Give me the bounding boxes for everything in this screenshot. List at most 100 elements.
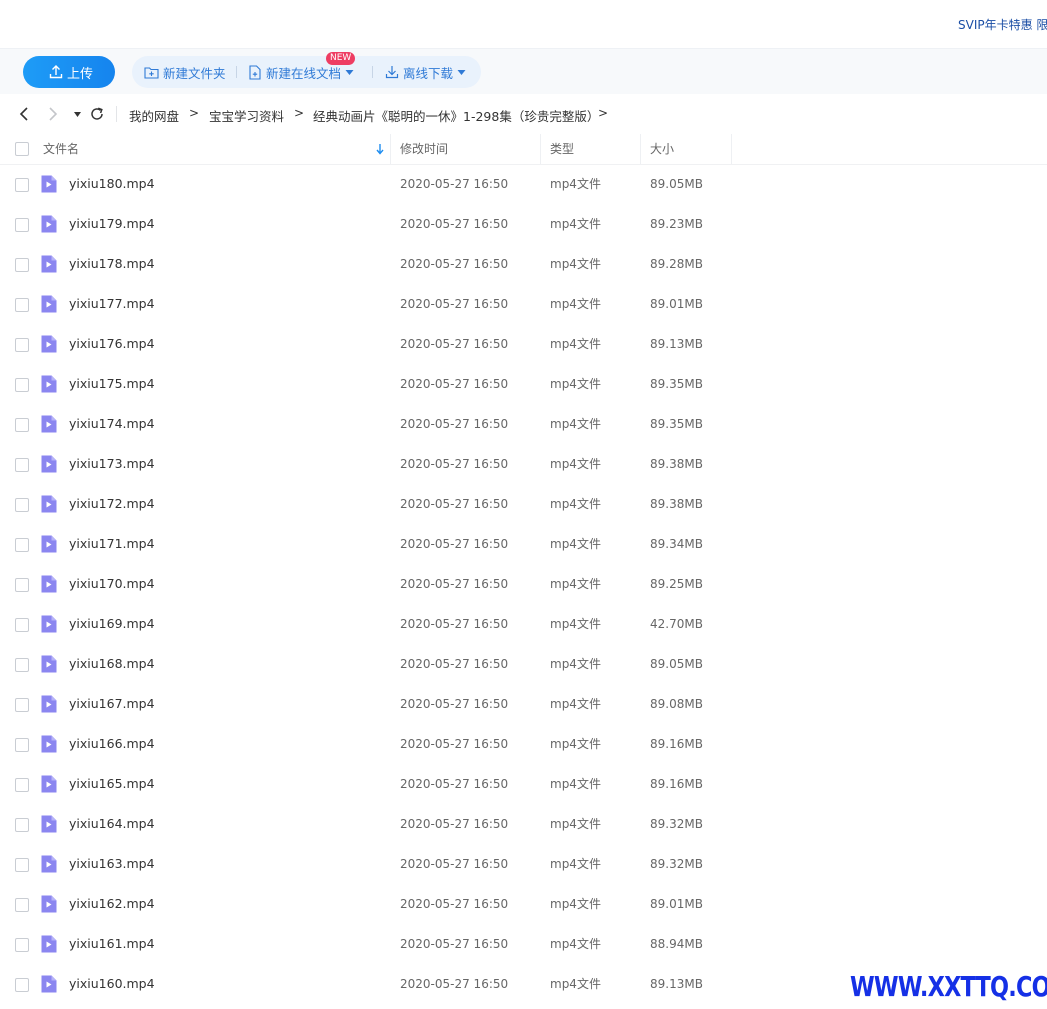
- table-row[interactable]: yixiu177.mp4 2020-05-27 16:50 mp4文件 89.01MB: [0, 284, 1047, 324]
- file-name[interactable]: yixiu180.mp4: [69, 164, 155, 204]
- file-name[interactable]: yixiu173.mp4: [69, 444, 155, 484]
- file-modified: 2020-05-27 16:50: [400, 417, 509, 431]
- file-name[interactable]: yixiu165.mp4: [69, 764, 155, 804]
- row-checkbox[interactable]: [15, 298, 29, 312]
- row-checkbox[interactable]: [15, 858, 29, 872]
- breadcrumb-item[interactable]: 我的网盘: [129, 106, 179, 125]
- history-dropdown[interactable]: [69, 106, 85, 122]
- table-row[interactable]: yixiu164.mp4 2020-05-27 16:50 mp4文件 89.32MB: [0, 804, 1047, 844]
- row-checkbox[interactable]: [15, 378, 29, 392]
- file-type: mp4文件: [550, 457, 601, 471]
- column-header-name[interactable]: 文件名: [43, 134, 79, 164]
- table-row[interactable]: yixiu165.mp4 2020-05-27 16:50 mp4文件 89.16MB: [0, 764, 1047, 804]
- file-type: mp4文件: [550, 257, 601, 271]
- row-checkbox[interactable]: [15, 498, 29, 512]
- row-checkbox[interactable]: [15, 978, 29, 992]
- column-header-modified[interactable]: 修改时间: [400, 134, 448, 164]
- file-list: yixiu180.mp4 2020-05-27 16:50 mp4文件 89.05MB…: [0, 164, 1047, 1004]
- file-name[interactable]: yixiu161.mp4: [69, 924, 155, 964]
- offline-download-button[interactable]: 离线下载: [385, 56, 466, 88]
- table-row[interactable]: yixiu176.mp4 2020-05-27 16:50 mp4文件 89.13MB: [0, 324, 1047, 364]
- table-row[interactable]: yixiu171.mp4 2020-05-27 16:50 mp4文件 89.34MB: [0, 524, 1047, 564]
- file-modified: 2020-05-27 16:50: [400, 257, 509, 271]
- row-checkbox[interactable]: [15, 898, 29, 912]
- table-row[interactable]: yixiu166.mp4 2020-05-27 16:50 mp4文件 89.16MB: [0, 724, 1047, 764]
- file-name[interactable]: yixiu171.mp4: [69, 524, 155, 564]
- row-checkbox[interactable]: [15, 218, 29, 232]
- file-name[interactable]: yixiu164.mp4: [69, 804, 155, 844]
- row-checkbox[interactable]: [15, 818, 29, 832]
- file-name[interactable]: yixiu175.mp4: [69, 364, 155, 404]
- table-row[interactable]: yixiu180.mp4 2020-05-27 16:50 mp4文件 89.05MB: [0, 164, 1047, 204]
- table-row[interactable]: yixiu172.mp4 2020-05-27 16:50 mp4文件 89.38MB: [0, 484, 1047, 524]
- sort-arrow-icon[interactable]: [376, 143, 384, 155]
- file-modified: 2020-05-27 16:50: [400, 457, 509, 471]
- row-checkbox[interactable]: [15, 458, 29, 472]
- file-name[interactable]: yixiu166.mp4: [69, 724, 155, 764]
- file-name[interactable]: yixiu176.mp4: [69, 324, 155, 364]
- file-name[interactable]: yixiu174.mp4: [69, 404, 155, 444]
- row-checkbox[interactable]: [15, 338, 29, 352]
- file-name[interactable]: yixiu163.mp4: [69, 844, 155, 884]
- row-checkbox[interactable]: [15, 778, 29, 792]
- table-header: 文件名 修改时间 类型 大小: [0, 134, 1047, 165]
- svip-promo-link[interactable]: SVIP年卡特惠 限: [958, 16, 1047, 33]
- table-row[interactable]: yixiu169.mp4 2020-05-27 16:50 mp4文件 42.70MB: [0, 604, 1047, 644]
- file-name[interactable]: yixiu172.mp4: [69, 484, 155, 524]
- select-all-checkbox[interactable]: [15, 142, 29, 156]
- video-file-icon: [41, 855, 57, 873]
- row-checkbox[interactable]: [15, 618, 29, 632]
- table-row[interactable]: yixiu163.mp4 2020-05-27 16:50 mp4文件 89.32MB: [0, 844, 1047, 884]
- forward-button[interactable]: [45, 106, 61, 122]
- refresh-button[interactable]: [89, 106, 105, 122]
- table-row[interactable]: yixiu175.mp4 2020-05-27 16:50 mp4文件 89.35MB: [0, 364, 1047, 404]
- column-header-size[interactable]: 大小: [650, 134, 674, 164]
- row-checkbox[interactable]: [15, 258, 29, 272]
- table-row[interactable]: yixiu173.mp4 2020-05-27 16:50 mp4文件 89.38MB: [0, 444, 1047, 484]
- file-name[interactable]: yixiu178.mp4: [69, 244, 155, 284]
- table-row[interactable]: yixiu178.mp4 2020-05-27 16:50 mp4文件 89.28MB: [0, 244, 1047, 284]
- new-badge: NEW: [326, 52, 356, 65]
- column-header-type[interactable]: 类型: [550, 134, 574, 164]
- row-checkbox[interactable]: [15, 418, 29, 432]
- row-checkbox[interactable]: [15, 658, 29, 672]
- breadcrumb-item[interactable]: 宝宝学习资料: [209, 106, 284, 125]
- file-name[interactable]: yixiu160.mp4: [69, 964, 155, 1004]
- row-checkbox[interactable]: [15, 938, 29, 952]
- row-checkbox[interactable]: [15, 178, 29, 192]
- file-modified: 2020-05-27 16:50: [400, 377, 509, 391]
- file-type: mp4文件: [550, 697, 601, 711]
- file-name[interactable]: yixiu177.mp4: [69, 284, 155, 324]
- row-checkbox[interactable]: [15, 578, 29, 592]
- file-modified: 2020-05-27 16:50: [400, 617, 509, 631]
- row-checkbox[interactable]: [15, 738, 29, 752]
- file-type: mp4文件: [550, 417, 601, 431]
- chevron-left-icon: [19, 107, 28, 121]
- file-modified: 2020-05-27 16:50: [400, 577, 509, 591]
- row-checkbox[interactable]: [15, 538, 29, 552]
- toolbar-divider: [236, 66, 237, 78]
- row-checkbox[interactable]: [15, 698, 29, 712]
- file-name[interactable]: yixiu170.mp4: [69, 564, 155, 604]
- file-type: mp4文件: [550, 817, 601, 831]
- file-name[interactable]: yixiu169.mp4: [69, 604, 155, 644]
- table-row[interactable]: yixiu162.mp4 2020-05-27 16:50 mp4文件 89.01MB: [0, 884, 1047, 924]
- file-name[interactable]: yixiu168.mp4: [69, 644, 155, 684]
- upload-button[interactable]: 上传: [23, 56, 115, 88]
- breadcrumb-item-current[interactable]: 经典动画片《聪明的一休》1-298集（珍贵完整版）: [313, 106, 599, 125]
- file-size: 89.32MB: [650, 817, 703, 831]
- table-row[interactable]: yixiu161.mp4 2020-05-27 16:50 mp4文件 88.94MB: [0, 924, 1047, 964]
- new-folder-button[interactable]: 新建文件夹: [144, 56, 226, 88]
- table-row[interactable]: yixiu170.mp4 2020-05-27 16:50 mp4文件 89.25MB: [0, 564, 1047, 604]
- file-modified: 2020-05-27 16:50: [400, 737, 509, 751]
- table-row[interactable]: yixiu167.mp4 2020-05-27 16:50 mp4文件 89.08MB: [0, 684, 1047, 724]
- table-row[interactable]: yixiu168.mp4 2020-05-27 16:50 mp4文件 89.05MB: [0, 644, 1047, 684]
- back-button[interactable]: [16, 106, 32, 122]
- file-name[interactable]: yixiu162.mp4: [69, 884, 155, 924]
- download-icon: [385, 66, 399, 79]
- file-modified: 2020-05-27 16:50: [400, 217, 509, 231]
- file-name[interactable]: yixiu179.mp4: [69, 204, 155, 244]
- table-row[interactable]: yixiu179.mp4 2020-05-27 16:50 mp4文件 89.23MB: [0, 204, 1047, 244]
- file-name[interactable]: yixiu167.mp4: [69, 684, 155, 724]
- table-row[interactable]: yixiu174.mp4 2020-05-27 16:50 mp4文件 89.35MB: [0, 404, 1047, 444]
